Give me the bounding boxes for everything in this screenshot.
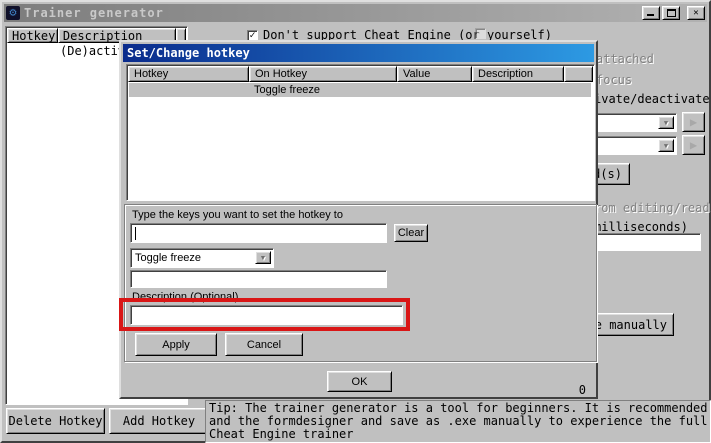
row-hotkey-cell <box>129 83 249 97</box>
delete-hotkey-button[interactable]: Delete Hotkey <box>6 408 105 434</box>
chevron-down-icon[interactable]: ▼ <box>658 139 674 152</box>
keys-label: Type the keys you want to set the hotkey… <box>132 209 343 221</box>
row-on-hotkey-cell: Toggle freeze <box>249 83 397 97</box>
play-activate-sound-button[interactable]: ▶ <box>682 112 705 132</box>
dialog-hotkey-list[interactable]: Hotkey On Hotkey Value Description Toggl… <box>126 64 595 201</box>
activate-deactivate-label: ivate/deactivate <box>594 92 710 106</box>
hotkey-value-input[interactable] <box>130 270 387 288</box>
protect-label: rom editing/reading <box>594 201 711 215</box>
clear-button[interactable]: Clear <box>394 224 428 242</box>
apply-button[interactable]: Apply <box>135 333 217 356</box>
dialog-column-filler <box>564 66 593 82</box>
set-change-hotkey-dialog: Set/Change hotkey Hotkey On Hotkey Value… <box>119 40 598 399</box>
freeze-interval-label: milliseconds) <box>594 220 688 234</box>
minimize-icon <box>647 14 654 16</box>
column-header-hotkey[interactable]: Hotkey <box>7 28 58 43</box>
hotkey-keys-input[interactable] <box>130 223 387 243</box>
counter-text: 0 <box>579 383 586 397</box>
dialog-column-description[interactable]: Description <box>472 66 564 82</box>
tip-line-3: Cheat Engine trainer <box>209 428 707 441</box>
chevron-down-icon[interactable]: ▼ <box>658 116 674 129</box>
play-icon: ▶ <box>690 138 697 152</box>
chevron-down-icon[interactable]: ▼ <box>255 251 271 264</box>
selected-hotkey-row[interactable]: Toggle freeze <box>129 83 591 97</box>
hidden-checkbox[interactable] <box>475 28 486 39</box>
cheat-engine-icon: ⚙ <box>6 6 20 20</box>
focus-label: focus <box>596 73 632 87</box>
action-select-value: Toggle freeze <box>135 252 201 264</box>
dropdown-glyph: ▼ <box>260 255 267 262</box>
cancel-button[interactable]: Cancel <box>225 333 303 356</box>
ok-button[interactable]: OK <box>327 371 392 392</box>
annotation-highlight <box>119 298 410 331</box>
checkbox-checked-icon[interactable]: ✓ <box>247 30 258 41</box>
text-caret <box>135 227 136 240</box>
minimize-button[interactable] <box>642 6 660 20</box>
hotkey-list-row[interactable]: (De)activ <box>60 44 125 58</box>
add-hotkey-label: Add Hotkey <box>123 414 195 428</box>
delete-hotkey-label: Delete Hotkey <box>9 414 103 428</box>
trainer-generator-window: ⚙ Trainer generator ✕ Hotkey Description… <box>0 0 711 443</box>
maximize-button[interactable] <box>662 6 680 20</box>
dialog-column-hotkey[interactable]: Hotkey <box>128 66 249 82</box>
dialog-column-value[interactable]: Value <box>397 66 472 82</box>
apply-label: Apply <box>162 339 190 351</box>
add-hotkey-button[interactable]: Add Hotkey <box>109 408 209 434</box>
clear-label: Clear <box>398 227 424 239</box>
cancel-label: Cancel <box>247 339 281 351</box>
play-icon: ▶ <box>690 115 697 129</box>
ok-label: OK <box>352 376 368 388</box>
maximize-icon <box>667 9 676 17</box>
dialog-titlebar[interactable]: Set/Change hotkey <box>123 44 594 62</box>
tip-text: Tip: The trainer generator is a tool for… <box>205 400 711 443</box>
row-value-cell <box>397 83 472 97</box>
window-titlebar[interactable]: ⚙ Trainer generator ✕ <box>4 4 707 22</box>
close-icon: ✕ <box>693 8 698 18</box>
dialog-title: Set/Change hotkey <box>127 46 250 60</box>
play-deactivate-sound-button[interactable]: ▶ <box>682 135 705 155</box>
hotkey-action-select[interactable]: Toggle freeze ▼ <box>130 248 274 268</box>
attached-label: attached <box>596 52 654 66</box>
row-description-cell <box>472 83 564 97</box>
close-button[interactable]: ✕ <box>687 6 705 20</box>
window-title: Trainer generator <box>24 6 164 20</box>
dialog-column-on-hotkey[interactable]: On Hotkey <box>249 66 397 82</box>
hotkey-edit-panel: Type the keys you want to set the hotkey… <box>124 204 597 362</box>
